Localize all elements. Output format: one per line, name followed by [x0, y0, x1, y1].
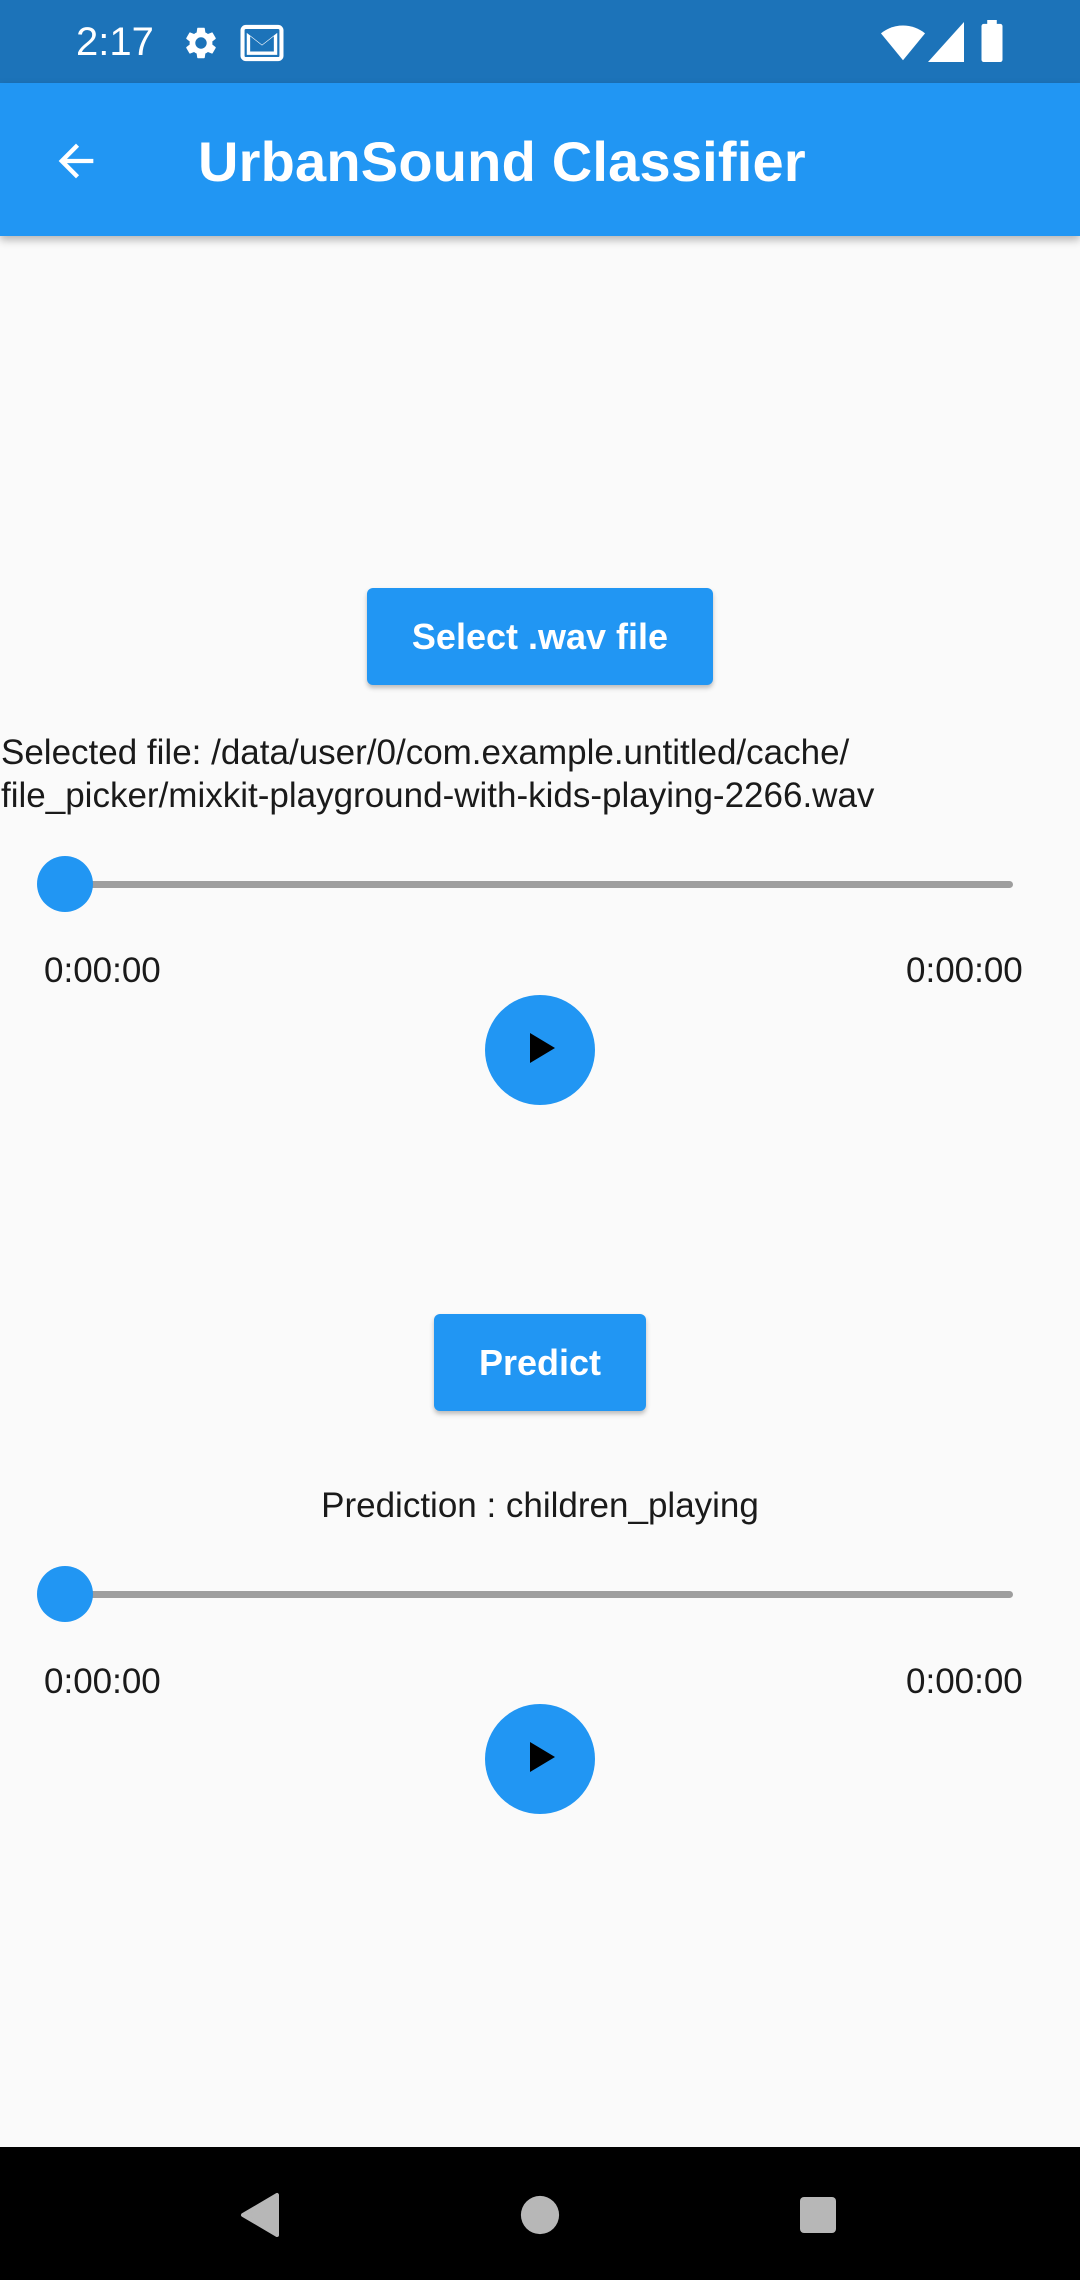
slider-thumb[interactable] — [37, 1566, 93, 1622]
prediction-play-button[interactable] — [485, 1704, 595, 1814]
recents-square-icon — [798, 2195, 838, 2240]
wifi-icon — [880, 22, 926, 67]
file-duration: 0:00:00 — [906, 951, 1023, 990]
app-bar: UrbanSound Classifier — [0, 83, 1080, 236]
selected-file-line-2: file_picker/mixkit-playground-with-kids-… — [1, 776, 875, 815]
file-play-button[interactable] — [485, 995, 595, 1105]
gmail-icon — [240, 24, 284, 67]
predict-button[interactable]: Predict — [434, 1314, 646, 1411]
status-bar: 2:17 — [0, 0, 1080, 83]
play-icon — [520, 1028, 560, 1073]
back-triangle-icon — [237, 2191, 281, 2244]
slider-track — [64, 881, 1013, 888]
select-wav-file-button[interactable]: Select .wav file — [367, 588, 713, 685]
arrow-back-icon — [50, 135, 102, 192]
selected-file-line-1: Selected file: /data/user/0/com.example.… — [1, 733, 850, 772]
page-title: UrbanSound Classifier — [198, 130, 806, 193]
gear-icon — [182, 24, 220, 67]
nav-back-button[interactable] — [219, 2177, 299, 2257]
prediction-current-position: 0:00:00 — [44, 1662, 161, 1701]
file-audio-slider[interactable] — [36, 854, 1036, 914]
back-button[interactable] — [36, 123, 116, 203]
nav-recents-button[interactable] — [778, 2177, 858, 2257]
prediction-result: Prediction : children_playing — [321, 1486, 759, 1525]
system-nav-bar — [0, 2147, 1080, 2280]
prediction-audio-slider[interactable] — [36, 1564, 1036, 1624]
selected-file-text: Selected file: /data/user/0/com.example.… — [1, 731, 874, 817]
slider-thumb[interactable] — [37, 856, 93, 912]
battery-icon — [980, 20, 1004, 67]
prediction-duration: 0:00:00 — [906, 1662, 1023, 1701]
signal-icon — [928, 22, 964, 67]
slider-track — [64, 1591, 1013, 1598]
play-icon — [520, 1737, 560, 1782]
home-circle-icon — [519, 2194, 561, 2241]
status-time: 2:17 — [76, 20, 154, 64]
file-current-position: 0:00:00 — [44, 951, 161, 990]
nav-home-button[interactable] — [500, 2177, 580, 2257]
